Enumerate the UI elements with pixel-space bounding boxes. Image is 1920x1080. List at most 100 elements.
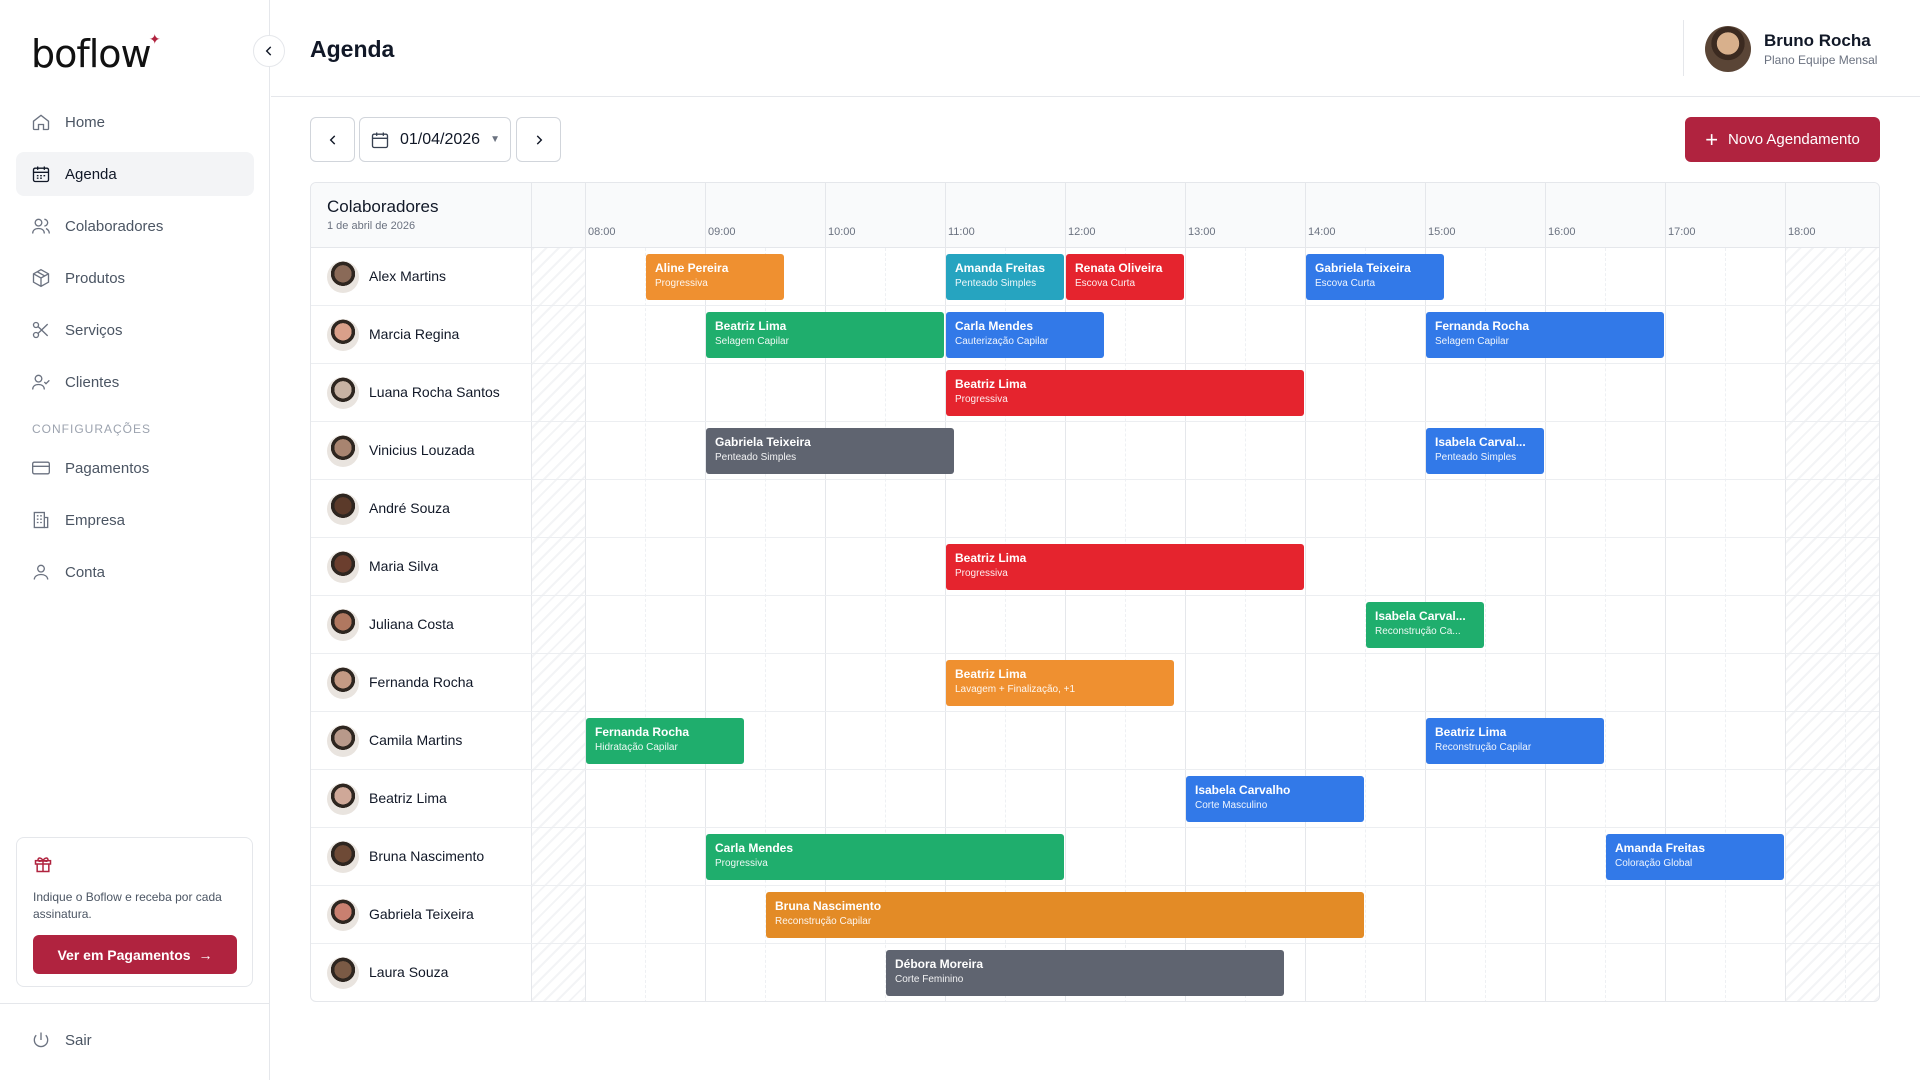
chevron-left-icon xyxy=(265,46,272,56)
appointment-service: Cauterização Capilar xyxy=(955,336,1049,347)
appointment-card[interactable]: Carla Mendes Cauterização Capilar xyxy=(946,312,1104,358)
appointment-client: Gabriela Teixeira xyxy=(715,435,811,449)
appointment-card[interactable]: Isabela Carval... Reconstrução Ca... xyxy=(1366,602,1484,648)
collaborator-name: Maria Silva xyxy=(369,558,439,574)
appointment-service: Progressiva xyxy=(655,278,708,289)
plus-icon: + xyxy=(1705,126,1719,152)
power-icon xyxy=(33,1032,49,1048)
appointment-card[interactable]: Beatriz Lima Progressiva xyxy=(946,370,1304,416)
appointment-client: Beatriz Lima xyxy=(955,551,1027,565)
hour-label: 10:00 xyxy=(828,226,856,238)
sidebar-item-produtos[interactable]: Produtos xyxy=(16,256,254,300)
appointment-client: Débora Moreira xyxy=(895,957,984,971)
appointment-card[interactable]: Beatriz Lima Lavagem + Finalização, +1 xyxy=(946,660,1174,706)
appointment-card[interactable]: Aline Pereira Progressiva xyxy=(646,254,784,300)
appointment-client: Beatriz Lima xyxy=(955,667,1027,681)
appointment-card[interactable]: Fernanda Rocha Hidratação Capilar xyxy=(586,718,744,764)
appointment-client: Bruna Nascimento xyxy=(775,899,882,913)
sidebar-item-home[interactable]: Home xyxy=(16,100,254,144)
collaborators-title: Colaboradores xyxy=(327,197,439,216)
avatar xyxy=(327,319,359,351)
user-avatar[interactable] xyxy=(1705,26,1751,72)
hour-label: 08:00 xyxy=(588,226,616,238)
appointment-card[interactable]: Beatriz Lima Selagem Capilar xyxy=(706,312,944,358)
hour-label: 12:00 xyxy=(1068,226,1096,238)
collaborator-name: Juliana Costa xyxy=(369,616,454,632)
collaborator-row: Maria Silva Beatriz Lima Progressiva xyxy=(311,538,1879,596)
collaborator-name: Marcia Regina xyxy=(369,326,460,342)
calendar-icon xyxy=(32,166,50,183)
hour-label: 16:00 xyxy=(1548,226,1576,238)
sidebar-item-clientes[interactable]: Clientes xyxy=(16,360,254,404)
new-appointment-label: Novo Agendamento xyxy=(1728,131,1860,148)
collaborator-name: Bruna Nascimento xyxy=(369,848,485,864)
sidebar-divider xyxy=(0,1003,270,1004)
view-payments-button[interactable]: Ver em Pagamentos → xyxy=(33,935,237,974)
page-title: Agenda xyxy=(310,36,395,62)
appointment-service: Reconstrução Ca... xyxy=(1375,626,1461,637)
previous-day-button[interactable] xyxy=(310,117,355,162)
sidebar-item-colaboradores[interactable]: Colaboradores xyxy=(16,204,254,248)
logo[interactable]: boflow ✦ xyxy=(31,32,161,76)
referral-card: Indique o Boflow e receba por cada assin… xyxy=(16,837,253,987)
appointment-client: Gabriela Teixeira xyxy=(1315,261,1411,275)
appointment-client: Beatriz Lima xyxy=(955,377,1027,391)
appointment-card[interactable]: Gabriela Teixeira Penteado Simples xyxy=(706,428,954,474)
appointment-card[interactable]: Beatriz Lima Reconstrução Capilar xyxy=(1426,718,1604,764)
collaborator-name: Fernanda Rocha xyxy=(369,674,474,690)
building-icon xyxy=(33,511,49,529)
avatar xyxy=(327,957,359,989)
appointment-card[interactable]: Beatriz Lima Progressiva xyxy=(946,544,1304,590)
appointment-card[interactable]: Isabela Carvalho Corte Masculino xyxy=(1186,776,1364,822)
avatar xyxy=(327,783,359,815)
calendar-icon xyxy=(371,132,389,148)
appointment-card[interactable]: Fernanda Rocha Selagem Capilar xyxy=(1426,312,1664,358)
sidebar-item-label: Serviços xyxy=(65,321,123,339)
header-divider xyxy=(1683,20,1684,76)
avatar xyxy=(327,725,359,757)
chevron-left-icon xyxy=(329,134,335,145)
users-icon xyxy=(32,218,50,234)
logout-button[interactable]: Sair xyxy=(31,1030,92,1050)
avatar xyxy=(327,377,359,409)
sidebar-item-label: Produtos xyxy=(65,269,126,287)
sidebar-item-pagamentos[interactable]: Pagamentos xyxy=(16,446,254,490)
avatar xyxy=(327,899,359,931)
appointment-card[interactable]: Débora Moreira Corte Feminino xyxy=(886,950,1284,996)
collaborator-row: Bruna Nascimento Carla Mendes Progressiva A… xyxy=(311,828,1879,886)
user-name[interactable]: Bruno Rocha xyxy=(1764,31,1871,51)
appointment-card[interactable]: Carla Mendes Progressiva xyxy=(706,834,1064,880)
next-day-button[interactable] xyxy=(516,117,561,162)
date-picker[interactable]: 01/04/2026 ▼ xyxy=(359,117,511,162)
sidebar-item-empresa[interactable]: Empresa xyxy=(16,498,254,542)
logo-text: boflow xyxy=(31,32,152,76)
arrow-right-icon: → xyxy=(198,946,213,963)
hour-label: 15:00 xyxy=(1428,226,1456,238)
appointment-card[interactable]: Gabriela Teixeira Escova Curta xyxy=(1306,254,1444,300)
appointment-card[interactable]: Bruna Nascimento Reconstrução Capilar xyxy=(766,892,1364,938)
schedule-grid: Colaboradores 1 de abril de 2026 08:00 09… xyxy=(310,182,1880,1002)
appointment-client: Isabela Carvalho xyxy=(1195,783,1291,797)
collapse-sidebar-button[interactable] xyxy=(253,35,285,67)
main-nav: Home Agenda Colaboradores Produtos Servi… xyxy=(16,100,254,602)
collaborator-name: Laura Souza xyxy=(369,964,449,980)
avatar xyxy=(327,841,359,873)
appointment-service: Corte Feminino xyxy=(895,974,964,985)
sidebar-item-agenda[interactable]: Agenda xyxy=(16,152,254,196)
sidebar-item-conta[interactable]: Conta xyxy=(16,550,254,594)
appointment-card[interactable]: Amanda Freitas Coloração Global xyxy=(1606,834,1784,880)
avatar xyxy=(327,551,359,583)
caret-down-icon: ▼ xyxy=(490,134,500,145)
appointment-card[interactable]: Isabela Carval... Penteado Simples xyxy=(1426,428,1544,474)
appointment-service: Selagem Capilar xyxy=(1435,336,1509,347)
appointment-card[interactable]: Renata Oliveira Escova Curta xyxy=(1066,254,1184,300)
view-payments-label: Ver em Pagamentos xyxy=(57,946,191,963)
collaborator-name: André Souza xyxy=(369,500,450,516)
appointment-service: Escova Curta xyxy=(1315,278,1376,289)
new-appointment-button[interactable]: + Novo Agendamento xyxy=(1685,117,1880,162)
schedule-header: Colaboradores 1 de abril de 2026 08:00 09… xyxy=(311,183,1879,248)
sidebar-item-label: Pagamentos xyxy=(65,459,150,477)
sidebar-item-servicos[interactable]: Serviços xyxy=(16,308,254,352)
schedule-date-label: 1 de abril de 2026 xyxy=(327,220,416,232)
appointment-card[interactable]: Amanda Freitas Penteado Simples xyxy=(946,254,1064,300)
